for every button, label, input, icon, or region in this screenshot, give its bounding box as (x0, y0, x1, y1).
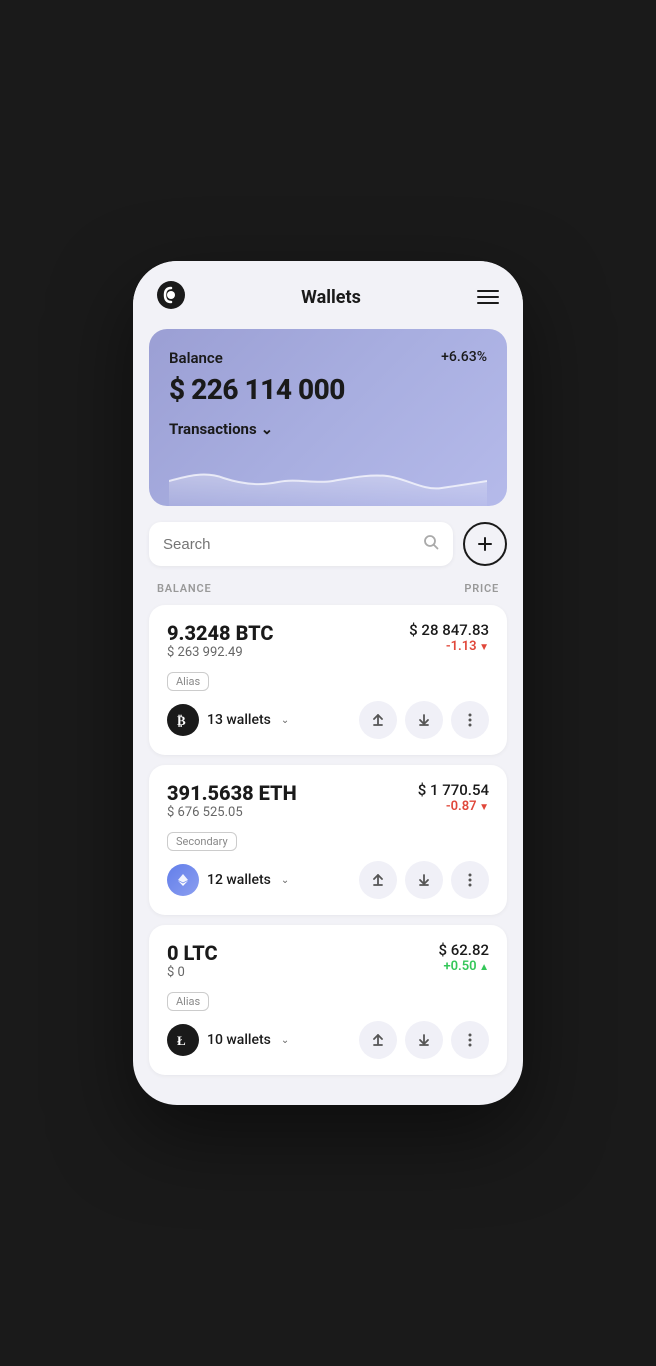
balance-change: +6.63% (441, 349, 487, 365)
btc-send-button[interactable] (359, 701, 397, 739)
ltc-amount: 0 LTC (167, 941, 218, 965)
eth-amount: 391.5638 ETH (167, 781, 297, 805)
eth-change: -0.87 (418, 799, 489, 814)
btc-alias: Alias (167, 672, 209, 691)
ltc-more-button[interactable] (451, 1021, 489, 1059)
eth-wallet-count: 12 wallets (207, 872, 271, 888)
eth-icon (167, 864, 199, 896)
btc-action-buttons (359, 701, 489, 739)
ltc-alias: Alias (167, 992, 209, 1011)
asset-card-eth: 391.5638 ETH $ 676 525.05 $ 1 770.54 -0.… (149, 765, 507, 915)
search-box (149, 522, 453, 566)
btc-receive-button[interactable] (405, 701, 443, 739)
btc-chevron-icon: ⌄ (281, 715, 289, 726)
balance-amount: $ 226 114 000 (169, 373, 487, 406)
ltc-usd-value: $ 0 (167, 965, 218, 980)
svg-text:₿: ₿ (177, 713, 186, 728)
btc-more-button[interactable] (451, 701, 489, 739)
btc-wallet-info[interactable]: ₿ 13 wallets ⌄ (167, 704, 289, 736)
search-row (133, 522, 523, 578)
header: Wallets (133, 261, 523, 329)
btc-change: -1.13 (409, 639, 489, 654)
asset-card-btc: 9.3248 BTC $ 263 992.49 $ 28 847.83 -1.1… (149, 605, 507, 755)
eth-chevron-icon: ⌄ (281, 875, 289, 886)
balance-card: Balance +6.63% $ 226 114 000 Transaction… (149, 329, 507, 506)
ltc-send-button[interactable] (359, 1021, 397, 1059)
balance-label: Balance (169, 349, 223, 367)
ltc-chevron-icon: ⌄ (281, 1035, 289, 1046)
ltc-action-buttons (359, 1021, 489, 1059)
phone-frame: Wallets Balance +6.63% $ 226 114 000 Tra… (133, 261, 523, 1105)
search-input[interactable] (163, 536, 413, 553)
asset-card-ltc: 0 LTC $ 0 $ 62.82 +0.50 Alias Ł 10 walle… (149, 925, 507, 1075)
btc-amount: 9.3248 BTC (167, 621, 274, 645)
transactions-button[interactable]: Transactions ⌄ (169, 420, 487, 438)
add-button[interactable] (463, 522, 507, 566)
search-icon (423, 534, 439, 554)
ltc-receive-button[interactable] (405, 1021, 443, 1059)
balance-column-header: BALANCE (157, 582, 212, 595)
eth-action-buttons (359, 861, 489, 899)
price-column-header: PRICE (464, 582, 499, 595)
btc-price: $ 28 847.83 (409, 621, 489, 639)
eth-more-button[interactable] (451, 861, 489, 899)
balance-chart (169, 446, 487, 506)
ltc-price: $ 62.82 (438, 941, 489, 959)
ltc-icon: Ł (167, 1024, 199, 1056)
eth-usd-value: $ 676 525.05 (167, 805, 297, 820)
btc-icon: ₿ (167, 704, 199, 736)
table-header: BALANCE PRICE (133, 578, 523, 605)
logo-icon (157, 281, 185, 313)
ltc-wallet-info[interactable]: Ł 10 wallets ⌄ (167, 1024, 289, 1056)
page-title: Wallets (301, 287, 361, 308)
btc-usd-value: $ 263 992.49 (167, 645, 274, 660)
ltc-wallet-count: 10 wallets (207, 1032, 271, 1048)
btc-wallet-count: 13 wallets (207, 712, 271, 728)
ltc-change: +0.50 (438, 959, 489, 974)
assets-list: 9.3248 BTC $ 263 992.49 $ 28 847.83 -1.1… (133, 605, 523, 1075)
menu-button[interactable] (477, 290, 499, 304)
eth-price: $ 1 770.54 (418, 781, 489, 799)
svg-text:Ł: Ł (177, 1033, 186, 1048)
eth-receive-button[interactable] (405, 861, 443, 899)
eth-alias: Secondary (167, 832, 237, 851)
eth-wallet-info[interactable]: 12 wallets ⌄ (167, 864, 289, 896)
eth-send-button[interactable] (359, 861, 397, 899)
